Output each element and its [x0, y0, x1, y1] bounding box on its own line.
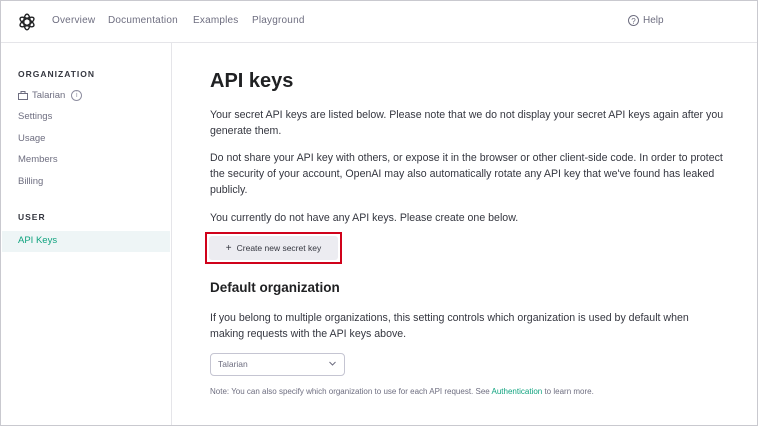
- authentication-link[interactable]: Authentication: [492, 387, 543, 396]
- sidebar-item-members[interactable]: Members: [18, 154, 58, 165]
- organization-heading: ORGANIZATION: [18, 69, 96, 79]
- select-value: Talarian: [218, 359, 248, 369]
- main-content: API keys Your secret API keys are listed…: [172, 43, 757, 425]
- default-organization-select[interactable]: Talarian: [210, 353, 345, 376]
- nav-examples[interactable]: Examples: [193, 15, 239, 26]
- default-organization-title: Default organization: [210, 280, 340, 295]
- note-prefix: Note: You can also specify which organiz…: [210, 387, 490, 396]
- organization-selector[interactable]: Talarian i: [18, 90, 83, 101]
- sidebar-item-api-keys-label: API Keys: [18, 235, 58, 246]
- openai-logo-icon[interactable]: [17, 12, 37, 32]
- sidebar-item-usage[interactable]: Usage: [18, 133, 45, 144]
- sidebar-item-api-keys[interactable]: API Keys: [2, 231, 170, 252]
- user-heading: USER: [18, 212, 46, 222]
- sidebar-item-billing[interactable]: Billing: [18, 176, 43, 187]
- page-title: API keys: [210, 70, 294, 92]
- top-navigation-bar: Overview Documentation Examples Playgrou…: [1, 1, 757, 43]
- default-organization-description: If you belong to multiple organizations,…: [210, 312, 689, 340]
- sidebar-item-settings[interactable]: Settings: [18, 111, 52, 122]
- chevron-down-icon: [329, 361, 336, 366]
- plus-icon: +: [225, 242, 232, 254]
- create-new-secret-key-button[interactable]: + Create new secret key: [209, 236, 338, 260]
- nav-documentation[interactable]: Documentation: [108, 15, 178, 26]
- help-icon: ?: [628, 15, 639, 26]
- no-keys-message: You currently do not have any API keys. …: [210, 212, 519, 224]
- app-window: Overview Documentation Examples Playgrou…: [0, 0, 758, 426]
- nav-playground[interactable]: Playground: [252, 15, 305, 26]
- help-link[interactable]: ? Help: [628, 15, 664, 26]
- info-icon[interactable]: i: [71, 90, 83, 101]
- briefcase-icon: [18, 91, 28, 100]
- organization-name: Talarian: [32, 90, 66, 101]
- create-button-label: Create new secret key: [236, 243, 322, 253]
- api-keys-description: Your secret API keys are listed below. P…: [210, 109, 724, 137]
- api-keys-security-warning: Do not share your API key with others, o…: [210, 152, 723, 196]
- sidebar: ORGANIZATION Talarian i Settings Usage M…: [1, 43, 172, 425]
- help-label: Help: [643, 15, 664, 26]
- nav-overview[interactable]: Overview: [52, 15, 95, 26]
- organization-note: Note: You can also specify which organiz…: [210, 387, 594, 396]
- note-suffix: to learn more.: [544, 387, 594, 396]
